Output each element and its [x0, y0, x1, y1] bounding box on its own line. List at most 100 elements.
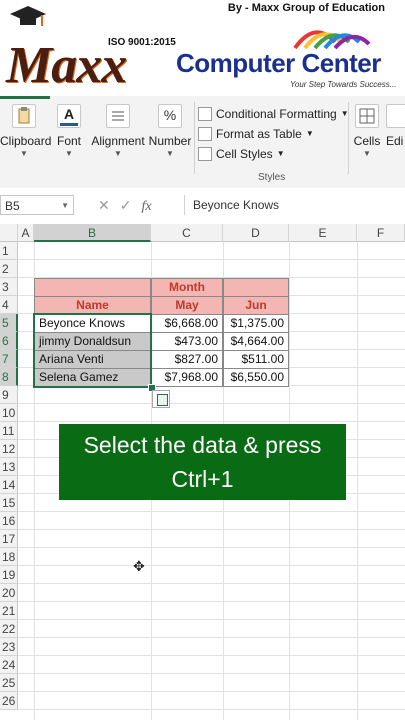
gridline — [18, 565, 405, 566]
alignment-group[interactable]: Alignment ▼ — [90, 104, 146, 158]
gridline — [18, 529, 405, 530]
row-header-7[interactable]: 7 — [0, 350, 18, 368]
gridline — [18, 403, 405, 404]
alignment-label: Alignment — [91, 134, 145, 148]
row-header-24[interactable]: 24 — [0, 656, 18, 674]
row-header-19[interactable]: 19 — [0, 566, 18, 584]
column-header-c[interactable]: C — [151, 224, 223, 242]
gridline — [18, 655, 405, 656]
row-header-15[interactable]: 15 — [0, 494, 18, 512]
row-header-23[interactable]: 23 — [0, 638, 18, 656]
cells-group[interactable]: Cells ▼ — [352, 104, 382, 158]
row-header-18[interactable]: 18 — [0, 548, 18, 566]
editing-group[interactable]: Edi — [386, 104, 405, 148]
maxx-logo: Maxx — [6, 37, 127, 94]
cells-icon — [355, 104, 379, 128]
may-cell[interactable]: $827.00 — [151, 350, 223, 369]
header-blank-cell[interactable] — [34, 278, 151, 297]
cancel-icon[interactable]: ✕ — [98, 197, 120, 213]
instruction-overlay: Select the data & press Ctrl+1 — [59, 424, 346, 500]
name-cell[interactable]: jimmy Donaldsun — [34, 332, 151, 351]
jun-header-cell[interactable]: Jun — [223, 296, 289, 315]
may-cell[interactable]: $473.00 — [151, 332, 223, 351]
gridline — [18, 691, 405, 692]
jun-cell[interactable]: $511.00 — [223, 350, 289, 369]
row-header-11[interactable]: 11 — [0, 422, 18, 440]
row-header-4[interactable]: 4 — [0, 296, 18, 314]
row-header-25[interactable]: 25 — [0, 674, 18, 692]
row-header-8[interactable]: 8 — [0, 368, 18, 386]
row-header-1[interactable]: 1 — [0, 242, 18, 260]
chevron-down-icon: ▼ — [65, 149, 73, 158]
number-label: Number — [148, 134, 192, 148]
row-header-26[interactable]: 26 — [0, 692, 18, 710]
conditional-formatting-icon — [198, 107, 212, 121]
may-header-cell[interactable]: May — [151, 296, 223, 315]
align-icon — [106, 104, 130, 128]
quick-analysis-icon[interactable] — [152, 390, 170, 408]
conditional-formatting-button[interactable]: Conditional Formatting ▼ — [198, 104, 349, 124]
column-header-e[interactable]: E — [289, 224, 357, 242]
ribbon: Clipboard ▼ A Font ▼ Alignment ▼ % Numbe… — [0, 96, 405, 189]
font-label: Font — [56, 134, 81, 148]
formula-bar: B5 ▼ ✕✓fx Beyonce Knows — [0, 188, 405, 225]
row-header-12[interactable]: 12 — [0, 440, 18, 458]
chevron-down-icon: ▼ — [20, 149, 28, 158]
column-header-a[interactable]: A — [18, 224, 34, 242]
may-cell[interactable]: $7,968.00 — [151, 368, 223, 387]
row-header-21[interactable]: 21 — [0, 602, 18, 620]
gridline — [18, 421, 405, 422]
rainbow-book-icon — [293, 30, 371, 50]
styles-group-label: Styles — [258, 172, 286, 183]
instruction-line-1: Select the data & press — [83, 432, 322, 458]
name-cell[interactable]: Ariana Venti — [34, 350, 151, 369]
jun-cell[interactable]: $6,550.00 — [223, 368, 289, 387]
format-as-table-button[interactable]: Format as Table ▼ — [198, 124, 349, 144]
editing-label: Edi — [386, 134, 404, 148]
formula-input[interactable]: Beyonce Knows — [184, 195, 405, 215]
select-all-corner[interactable] — [0, 224, 18, 242]
insert-function-icon[interactable]: fx — [141, 199, 151, 214]
jun-cell[interactable]: $4,664.00 — [223, 332, 289, 351]
row-header-5[interactable]: 5 — [0, 314, 18, 332]
row-header-20[interactable]: 20 — [0, 584, 18, 602]
enter-icon[interactable]: ✓ — [120, 197, 142, 213]
by-line: By - Maxx Group of Education — [227, 2, 385, 14]
cell-styles-button[interactable]: Cell Styles ▼ — [198, 144, 349, 164]
instruction-line-2: Ctrl+1 — [171, 466, 234, 492]
column-header-b[interactable]: B — [34, 224, 151, 242]
row-header-6[interactable]: 6 — [0, 332, 18, 350]
worksheet-grid[interactable]: A B C D E F 1 2 3 4 5 6 7 8 9 10 11 12 13 14 15 16 17 18 1… — [0, 224, 405, 720]
chevron-down-icon: ▼ — [363, 149, 371, 158]
gridline — [18, 547, 405, 548]
row-header-14[interactable]: 14 — [0, 476, 18, 494]
divider — [348, 102, 349, 174]
row-header-9[interactable]: 9 — [0, 386, 18, 404]
gridline — [18, 709, 405, 710]
name-cell[interactable]: Beyonce Knows — [34, 314, 151, 333]
name-cell[interactable]: Selena Gamez — [34, 368, 151, 387]
row-header-22[interactable]: 22 — [0, 620, 18, 638]
number-group[interactable]: % Number ▼ — [148, 104, 192, 158]
row-header-10[interactable]: 10 — [0, 404, 18, 422]
gridline — [18, 583, 405, 584]
clipboard-group[interactable]: Clipboard ▼ — [0, 104, 51, 158]
may-cell[interactable]: $6,668.00 — [151, 314, 223, 333]
name-header-cell[interactable]: Name — [34, 296, 151, 315]
cursor-icon: ✥ — [133, 558, 145, 574]
percent-icon: % — [158, 104, 182, 128]
row-header-3[interactable]: 3 — [0, 278, 18, 296]
jun-cell[interactable]: $1,375.00 — [223, 314, 289, 333]
row-header-17[interactable]: 17 — [0, 530, 18, 548]
font-group[interactable]: A Font ▼ — [52, 104, 86, 158]
conditional-formatting-label: Conditional Formatting — [216, 107, 337, 121]
name-box[interactable]: B5 ▼ — [0, 195, 74, 215]
column-header-f[interactable]: F — [357, 224, 405, 242]
row-header-13[interactable]: 13 — [0, 458, 18, 476]
month-header-cell[interactable]: Month — [151, 278, 223, 297]
row-header-16[interactable]: 16 — [0, 512, 18, 530]
gridline — [18, 619, 405, 620]
row-header-2[interactable]: 2 — [0, 260, 18, 278]
column-header-d[interactable]: D — [223, 224, 289, 242]
header-blank-cell[interactable] — [223, 278, 289, 297]
